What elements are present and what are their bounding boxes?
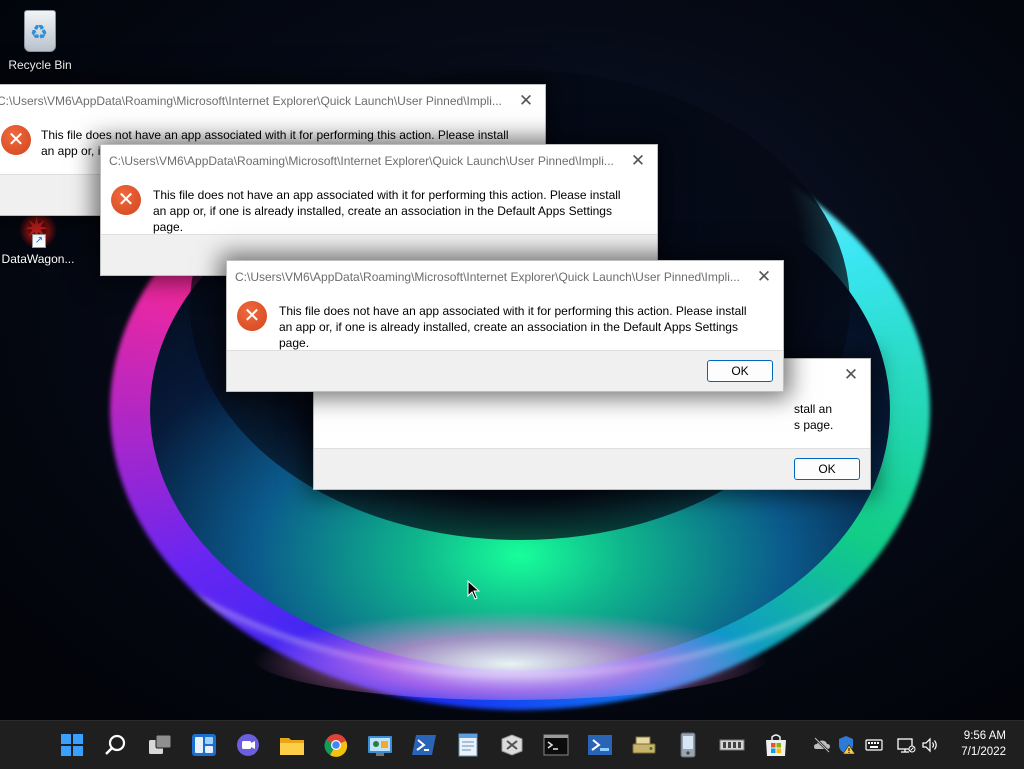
ok-button[interactable]: OK (707, 360, 773, 382)
error-dialog[interactable]: C:\Users\VM6\AppData\Roaming\Microsoft\I… (100, 144, 658, 276)
control-panel-icon[interactable] (366, 731, 394, 759)
clock-time: 9:56 AM (963, 730, 1006, 742)
datawagon-app-icon: ↗ (18, 212, 58, 248)
security-warning-icon[interactable] (836, 735, 856, 755)
mouse-cursor-icon (467, 580, 481, 600)
dialog-message: This file does not have an app associate… (153, 188, 621, 234)
desktop-icon-datawagon[interactable]: ↗ DataWagon... (0, 212, 78, 266)
command-prompt-icon[interactable] (542, 731, 570, 759)
ok-button[interactable]: OK (794, 458, 860, 480)
clock-date: 7/1/2022 (961, 746, 1006, 758)
taskbar: 9:56 AM 7/1/2022 (0, 720, 1024, 769)
drive-tool-icon[interactable] (630, 731, 658, 759)
keyboard-icon[interactable] (864, 735, 884, 755)
dialog-message: stall an s page. (794, 402, 834, 432)
clock[interactable]: 9:56 AM 7/1/2022 (961, 728, 1006, 760)
wallpaper-bloom-glow (250, 610, 770, 700)
dialog-title: C:\Users\VM6\AppData\Roaming\Microsoft\I… (235, 270, 740, 284)
file-explorer-icon[interactable] (278, 731, 306, 759)
close-icon[interactable]: ✕ (515, 91, 537, 111)
store-icon[interactable] (762, 731, 790, 759)
close-icon[interactable]: ✕ (753, 267, 775, 287)
network-icon[interactable] (896, 735, 916, 755)
dialog-body: ✕ This file does not have an app associa… (227, 293, 783, 351)
desktop-icon-label: Recycle Bin (8, 58, 72, 72)
error-icon: ✕ (111, 185, 141, 215)
dialog-body: stall an s page. (314, 391, 870, 449)
recycle-bin-icon (24, 10, 56, 52)
error-dialog-active[interactable]: C:\Users\VM6\AppData\Roaming\Microsoft\I… (226, 260, 784, 392)
notepad-icon[interactable] (454, 731, 482, 759)
search-icon[interactable] (102, 731, 130, 759)
desktop-icon-label: DataWagon... (1, 252, 75, 266)
shortcut-arrow-icon: ↗ (32, 234, 46, 248)
widgets-icon[interactable] (190, 731, 218, 759)
dialog-message: This file does not have an app associate… (279, 304, 747, 350)
powershell-ise-icon[interactable] (586, 731, 614, 759)
memory-chip-icon[interactable] (718, 731, 746, 759)
xps-viewer-icon[interactable] (498, 731, 526, 759)
close-icon[interactable]: ✕ (627, 151, 649, 171)
dialog-title: C:\Users\VM6\AppData\Roaming\Microsoft\I… (109, 154, 614, 168)
close-icon[interactable]: ✕ (840, 365, 862, 385)
start-icon[interactable] (58, 731, 86, 759)
desktop-icon-recycle-bin[interactable]: Recycle Bin (0, 10, 80, 72)
device-icon[interactable] (674, 731, 702, 759)
powershell-icon[interactable] (410, 731, 438, 759)
dialog-footer: OK (314, 448, 870, 489)
dialog-title: C:\Users\VM6\AppData\Roaming\Microsoft\I… (0, 94, 502, 108)
error-icon: ✕ (237, 301, 267, 331)
chrome-icon[interactable] (322, 731, 350, 759)
error-icon: ✕ (1, 125, 31, 155)
volume-icon[interactable] (920, 735, 940, 755)
onedrive-offline-icon[interactable] (812, 735, 832, 755)
task-view-icon[interactable] (146, 731, 174, 759)
dialog-body: ✕ This file does not have an app associa… (101, 177, 657, 235)
chat-icon[interactable] (234, 731, 262, 759)
dialog-footer: OK (227, 350, 783, 391)
